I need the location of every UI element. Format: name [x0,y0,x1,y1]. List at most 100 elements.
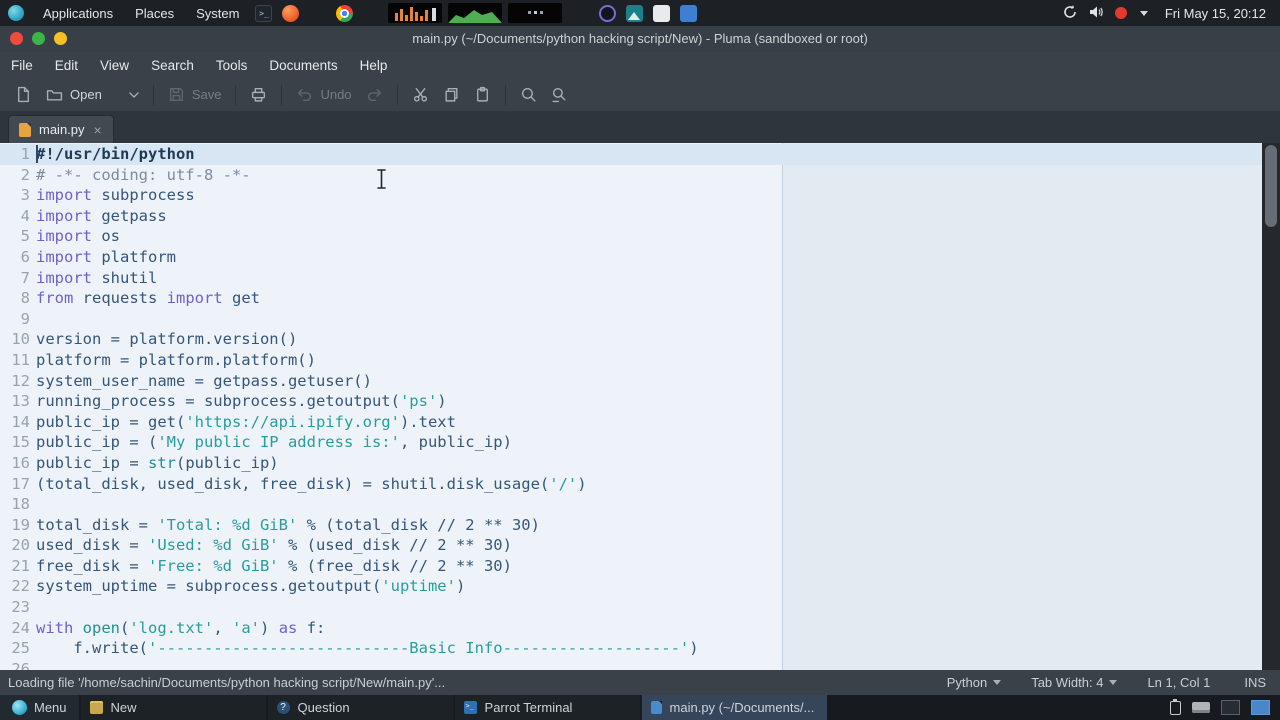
line-number: 13 [11,392,30,411]
menu-help[interactable]: Help [349,52,399,78]
code-line[interactable]: 19 total_disk = 'Total: %d GiB' % (total_… [0,515,1262,536]
code-text: import subprocess [36,186,195,205]
parrot-tray-icon[interactable] [599,4,617,22]
copy-button[interactable] [436,83,467,106]
chrome-launcher-icon[interactable] [336,4,354,22]
screenshot-tray-icon[interactable] [626,4,644,22]
toolbar-separator [504,84,506,105]
scrollbar-thumb[interactable] [1265,145,1277,227]
find-button[interactable] [513,83,544,106]
print-button[interactable] [243,83,274,106]
code-line[interactable]: 4 import getpass [0,206,1262,227]
redo-button[interactable] [359,83,390,106]
window-titlebar[interactable]: main.py (~/Documents/python hacking scri… [0,26,1280,52]
clipboard-icon[interactable] [1170,698,1181,715]
taskbar-item[interactable]: New [80,695,266,720]
menu-file[interactable]: File [0,52,44,78]
code-line[interactable]: 3 import subprocess [0,185,1262,206]
code-line[interactable]: 25 f.write('---------------------------B… [0,638,1262,659]
undo-button[interactable]: Undo [289,83,358,106]
find-replace-button[interactable] [544,83,575,106]
code-line[interactable]: 9 [0,309,1262,330]
tab-main-py[interactable]: main.py × [8,115,114,143]
window-thumbnail-dark[interactable] [508,3,563,23]
menu-edit[interactable]: Edit [44,52,89,78]
code-line[interactable]: 17 (total_disk, used_disk, free_disk) = s… [0,474,1262,495]
code-line[interactable]: 10 version = platform.version() [0,329,1262,350]
code-line[interactable]: 18 [0,494,1262,515]
terminal-launcher-icon[interactable]: >_ [255,4,273,22]
tray-caret-down-icon[interactable] [1139,10,1148,16]
app-launcher-icon[interactable] [282,4,300,22]
code-line[interactable]: 15 public_ip = ('My public IP address is:… [0,432,1262,453]
code-line[interactable]: 22 system_uptime = subprocess.getoutput('… [0,576,1262,597]
taskbar-item[interactable]: Question [267,695,453,720]
tab-bar: main.py × [0,112,1280,143]
top-panel-menu-places[interactable]: Places [124,0,185,26]
taskbar-item[interactable]: Parrot Terminal [454,695,640,720]
code-text: system_user_name = getpass.getuser() [36,371,372,390]
code-line[interactable]: 5 import os [0,226,1262,247]
code-line[interactable]: 8 from requests import get [0,288,1262,309]
open-button[interactable]: Open [39,83,146,106]
code-line[interactable]: 20 used_disk = 'Used: %d GiB' % (used_dis… [0,535,1262,556]
record-indicator-icon[interactable] [1114,7,1127,19]
taskbar-menu-button[interactable]: Menu [0,695,79,720]
code-line[interactable]: 13 running_process = subprocess.getoutput… [0,391,1262,412]
code-line[interactable]: 6 import platform [0,247,1262,268]
code-line[interactable]: 1 #!/usr/bin/python [0,144,1262,165]
update-indicator-icon[interactable] [1062,4,1078,23]
window-thumbnail-chart[interactable] [388,3,443,23]
distro-menu-icon[interactable] [8,5,24,21]
question-icon [276,701,290,714]
code-line[interactable]: 16 public_ip = str(public_ip) [0,453,1262,474]
undo-button-label: Undo [320,87,352,102]
taskbar-item[interactable]: main.py (~/Documents/... [641,695,827,720]
cut-button[interactable] [405,83,436,106]
volume-icon[interactable] [1088,4,1104,23]
menu-tools[interactable]: Tools [205,52,259,78]
menu-search[interactable]: Search [140,52,205,78]
window-thumbnail-graph[interactable] [448,3,503,23]
code-line[interactable]: 12 system_user_name = getpass.getuser() [0,371,1262,392]
taskbar-item-label: Parrot Terminal [484,700,573,715]
top-panel-menu-system[interactable]: System [185,0,250,26]
code-line[interactable]: 2 # -*- coding: utf-8 -*- [0,165,1262,186]
code-text: import shutil [36,268,158,287]
code-line[interactable]: 7 import shutil [0,268,1262,289]
new-document-button[interactable] [8,83,39,106]
code-text: free_disk = 'Free: %d GiB' % (free_disk … [36,556,512,575]
line-number: 4 [20,206,30,225]
code-line[interactable]: 14 public_ip = get('https://api.ipify.org… [0,412,1262,433]
code-text: import getpass [36,206,167,225]
save-button[interactable]: Save [161,83,229,106]
top-panel-menu-applications[interactable]: Applications [32,0,124,26]
editor-area[interactable]: 1 #!/usr/bin/python 2 # -*- coding: utf-8 -… [0,143,1262,670]
top-panel-menus: Applications Places System [32,0,250,26]
vertical-scrollbar[interactable] [1262,143,1280,670]
line-number: 15 [11,433,30,452]
code-line[interactable]: 24 with open('log.txt', 'a') as f: [0,618,1262,639]
open-button-label: Open [70,87,102,102]
language-selector[interactable]: Python [947,675,1002,690]
menu-documents[interactable]: Documents [258,52,348,78]
workspace-2[interactable] [1251,700,1270,715]
code-line[interactable]: 11 platform = platform.platform() [0,350,1262,371]
code-line[interactable]: 23 [0,597,1262,618]
code-lines: 1 #!/usr/bin/python 2 # -*- coding: utf-8 -… [0,143,1262,670]
code-line[interactable]: 26 [0,659,1262,670]
tab-width-selector[interactable]: Tab Width: 4 [1031,675,1118,690]
keyboard-icon[interactable] [1192,702,1210,713]
clock[interactable]: Fri May 15, 20:12 [1165,6,1266,21]
menu-view[interactable]: View [89,52,140,78]
line-number: 16 [11,453,30,472]
paste-button[interactable] [467,83,498,106]
file-icon [650,701,662,714]
notes-tray-icon[interactable] [653,4,671,22]
files-tray-icon[interactable] [680,4,698,22]
folder-icon [89,701,103,714]
tab-close-icon[interactable]: × [93,123,103,137]
code-line[interactable]: 21 free_disk = 'Free: %d GiB' % (free_dis… [0,556,1262,577]
workspace-1[interactable] [1221,700,1240,715]
open-dropdown-caret-icon [129,91,139,98]
